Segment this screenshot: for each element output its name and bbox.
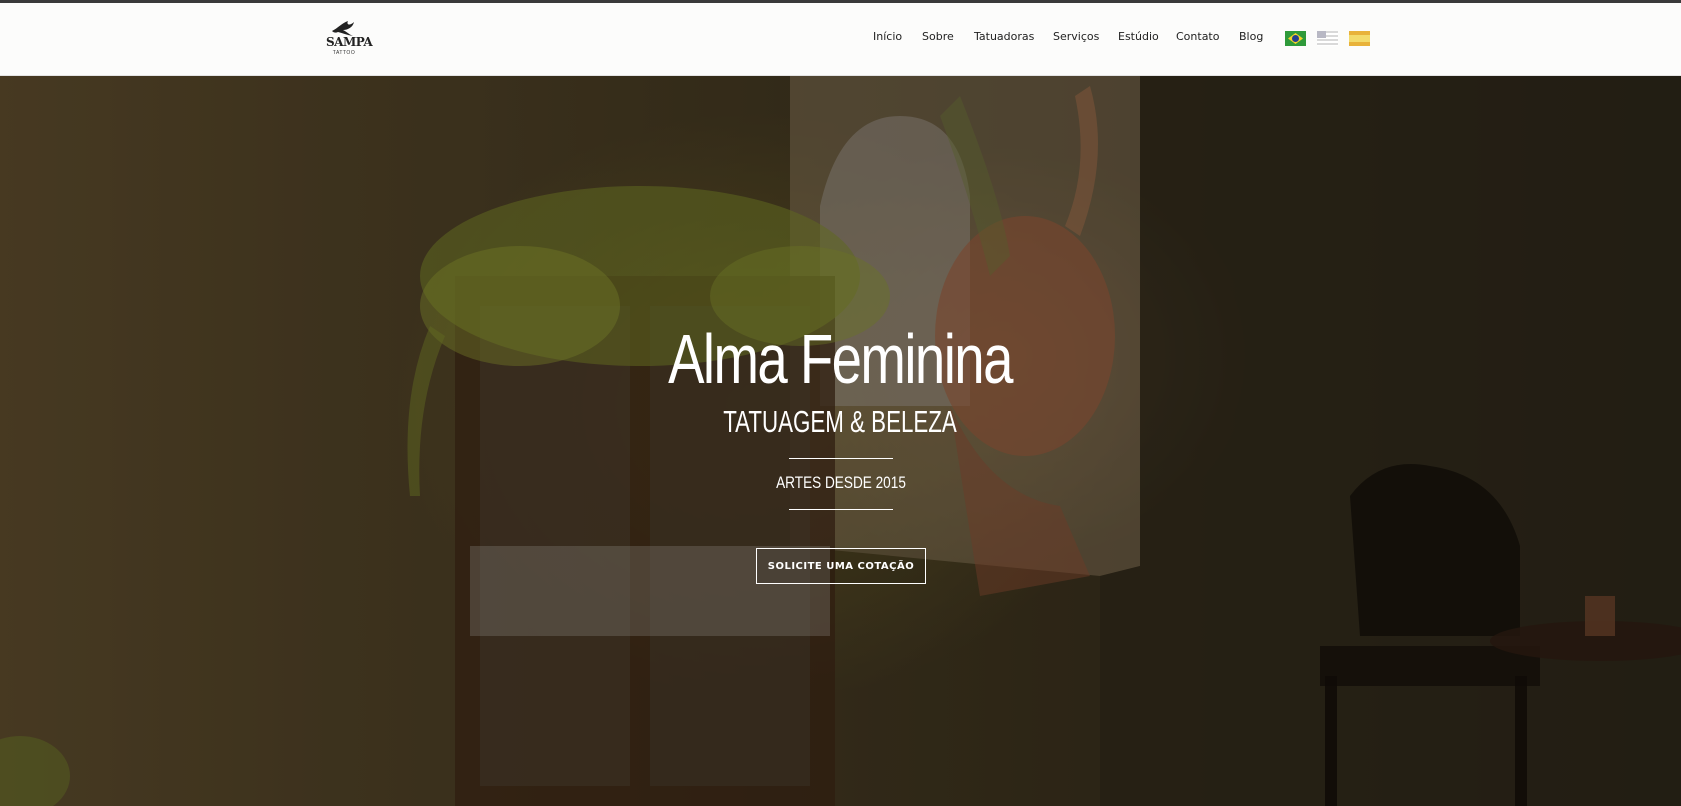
- flag-usa-icon[interactable]: [1317, 31, 1338, 46]
- hero-subtitle: TATUAGEM & BELEZA: [723, 404, 957, 439]
- logo-subtext: TATTOO: [332, 50, 356, 56]
- divider-top: [789, 458, 893, 459]
- hero-section: Alma Feminina TATUAGEM & BELEZA ARTES DE…: [0, 76, 1681, 806]
- hero-title: Alma Feminina: [668, 320, 1013, 398]
- flag-spain-icon[interactable]: [1349, 31, 1370, 46]
- nav-item-servicos[interactable]: Serviços: [1053, 30, 1099, 43]
- site-header: SAMPA TATTOO Início Sobre Tatuadoras Ser…: [0, 3, 1681, 76]
- flag-brazil-icon[interactable]: [1285, 31, 1306, 46]
- nav-item-inicio[interactable]: Início: [873, 30, 902, 43]
- nav-item-tatuadoras[interactable]: Tatuadoras: [974, 30, 1034, 43]
- divider-bottom: [789, 509, 893, 510]
- logo-wordmark: SAMPA: [326, 35, 373, 49]
- nav-item-estudio[interactable]: Estúdio: [1118, 30, 1159, 43]
- hero-content: Alma Feminina TATUAGEM & BELEZA ARTES DE…: [0, 76, 1681, 806]
- nav-item-contato[interactable]: Contato: [1176, 30, 1219, 43]
- request-quote-button[interactable]: SOLICITE UMA COTAÇÃO: [756, 548, 926, 584]
- nav-item-blog[interactable]: Blog: [1239, 30, 1263, 43]
- nav-item-sobre[interactable]: Sobre: [922, 30, 954, 43]
- hero-since-text: ARTES DESDE 2015: [776, 473, 906, 492]
- site-logo[interactable]: SAMPA TATTOO: [326, 19, 373, 61]
